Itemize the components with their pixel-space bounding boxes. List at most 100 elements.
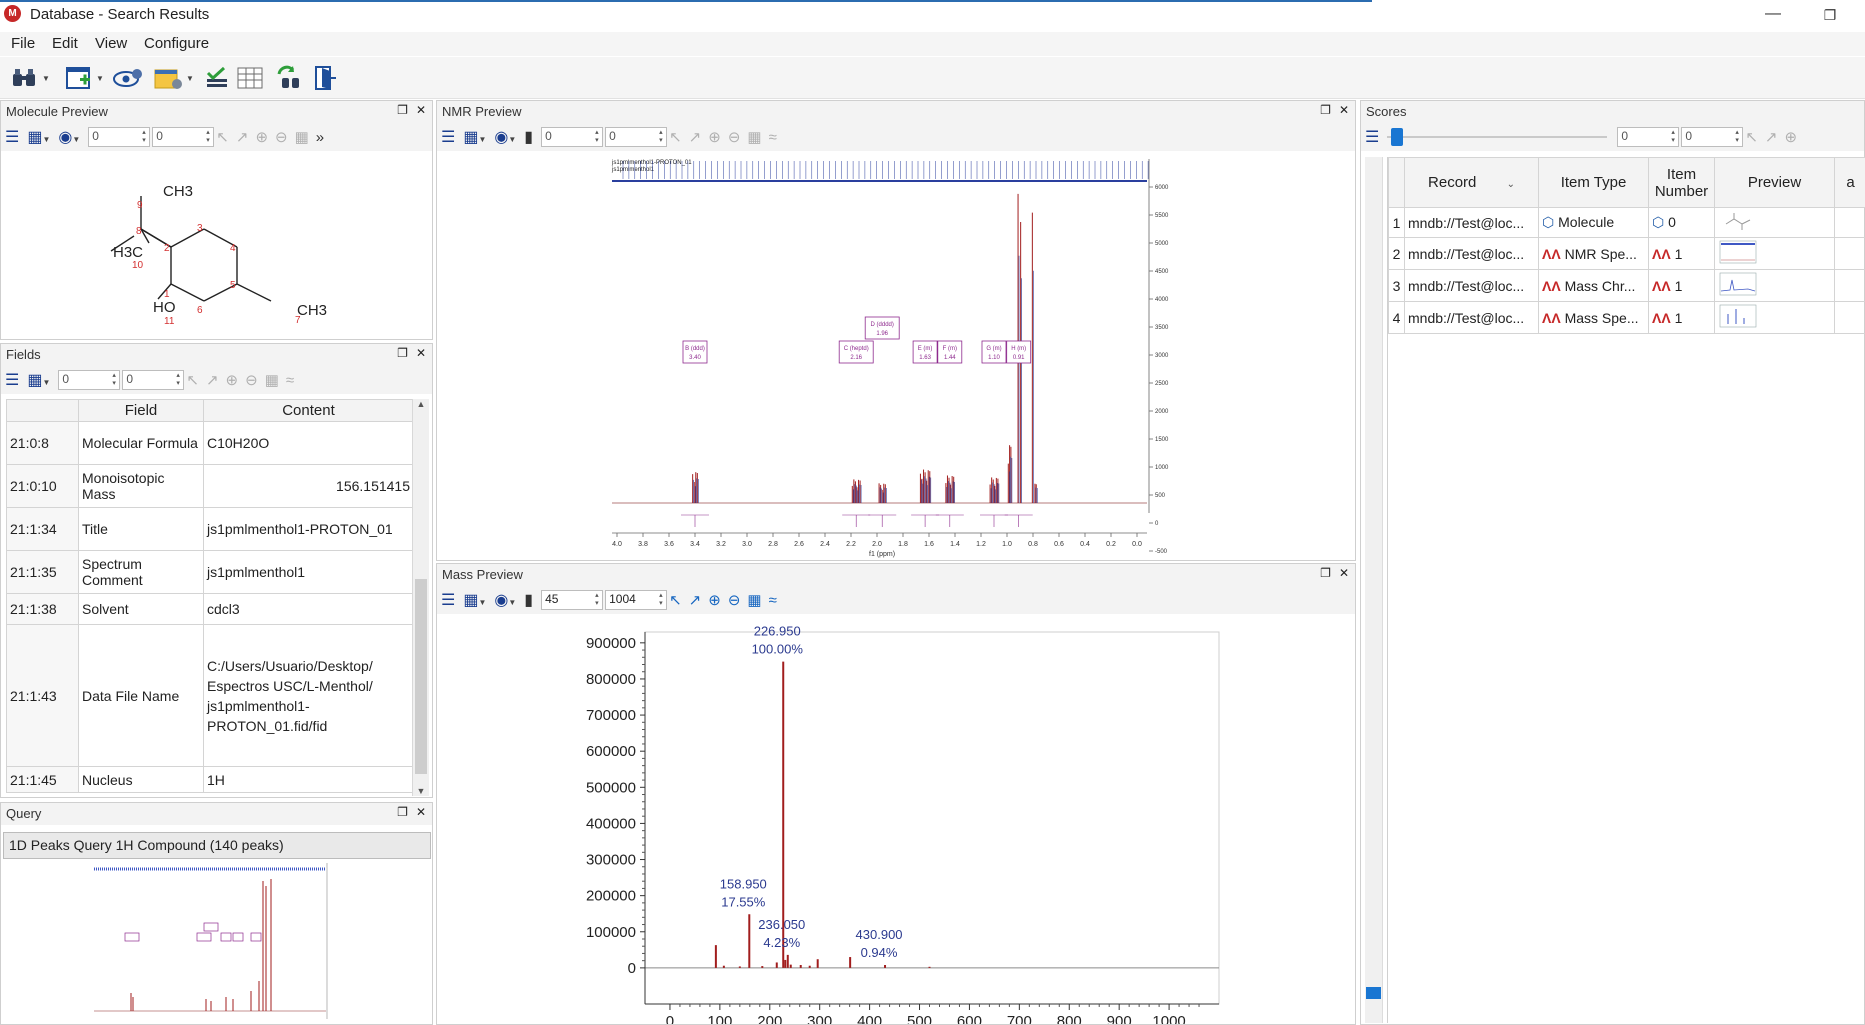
- score-threshold-slider[interactable]: [1387, 127, 1608, 147]
- zoom-minus-icon[interactable]: ⊖: [728, 591, 741, 609]
- table-row[interactable]: 4 mndb://Test@loc... ΛΛ Mass Spe... ΛΛ 1: [1388, 301, 1865, 334]
- item-type-cell[interactable]: ΛΛ Mass Chr...: [1538, 269, 1649, 302]
- zoom-plus-icon[interactable]: ⊕: [1785, 128, 1798, 146]
- hamburger-menu-icon[interactable]: ☰: [441, 127, 455, 147]
- table-row[interactable]: 21:0:10 Monoisotopic Mass 156.151415: [6, 464, 414, 508]
- field-content[interactable]: js1pmlmenthol1-PROTON_01: [203, 507, 414, 551]
- item-type-cell[interactable]: ΛΛ NMR Spe...: [1538, 237, 1649, 270]
- fields-scrollbar[interactable]: ▲ ▼: [412, 399, 429, 796]
- close-icon[interactable]: ✕: [1339, 566, 1349, 580]
- mz-to-input[interactable]: 1004: [605, 590, 668, 610]
- zoom-in-icon[interactable]: ↗: [689, 128, 702, 146]
- scroll-down-icon[interactable]: ▼: [413, 786, 429, 796]
- item-number-cell[interactable]: ΛΛ 1: [1648, 269, 1715, 302]
- close-icon[interactable]: ✕: [416, 346, 426, 360]
- field-content[interactable]: C:/Users/Usuario/Desktop/ Espectros USC/…: [203, 624, 414, 767]
- record-cell[interactable]: mndb://Test@loc...: [1404, 269, 1539, 302]
- menu-file[interactable]: File: [11, 35, 35, 52]
- menu-view[interactable]: View: [95, 35, 127, 52]
- zoom-reset-icon[interactable]: ≈: [286, 372, 294, 389]
- float-icon[interactable]: ❐: [397, 805, 408, 819]
- scrollbar-thumb[interactable]: [415, 579, 427, 774]
- column-header-record[interactable]: Record ⌄: [1404, 157, 1539, 208]
- zoom-reset-icon[interactable]: ≈: [769, 592, 777, 609]
- preview-cell[interactable]: [1714, 237, 1835, 270]
- zoom-out-icon[interactable]: ↖: [1745, 128, 1758, 146]
- field-content[interactable]: js1pmlmenthol1: [203, 550, 414, 594]
- table-row[interactable]: 1 mndb://Test@loc... ⬡ Molecule ⬡ 0: [1388, 207, 1865, 238]
- zoom-fit-icon[interactable]: ▦: [265, 371, 279, 389]
- table-row[interactable]: 3 mndb://Test@loc... ΛΛ Mass Chr... ΛΛ 1: [1388, 269, 1865, 302]
- zoom-out-icon[interactable]: ↖: [669, 128, 682, 146]
- zoom-out-icon[interactable]: ↖: [186, 371, 199, 389]
- mz-from-input[interactable]: 45: [541, 590, 604, 610]
- zoom-fit-icon[interactable]: ▦: [747, 128, 761, 146]
- preview-cell[interactable]: [1714, 269, 1835, 302]
- chevron-down-icon[interactable]: ▼: [42, 74, 50, 83]
- grid-view-icon[interactable]: ▦▼: [27, 370, 50, 390]
- slider-thumb[interactable]: [1366, 987, 1381, 999]
- zoom-plus-icon[interactable]: ⊕: [226, 371, 239, 389]
- item-type-cell[interactable]: ⬡ Molecule: [1538, 207, 1649, 238]
- zoom-from-input[interactable]: 0: [1617, 127, 1680, 147]
- close-icon[interactable]: ✕: [416, 805, 426, 819]
- sort-chevron-icon[interactable]: ⌄: [1507, 179, 1515, 190]
- zoom-out-icon[interactable]: ↖: [216, 128, 229, 146]
- zoom-minus-icon[interactable]: ⊖: [275, 128, 288, 146]
- zoom-in-icon[interactable]: ↗: [1765, 128, 1778, 146]
- field-content[interactable]: C10H20O: [203, 421, 414, 465]
- item-number-cell[interactable]: ΛΛ 1: [1648, 237, 1715, 270]
- close-icon[interactable]: ✕: [416, 103, 426, 117]
- query-label[interactable]: 1D Peaks Query 1H Compound (140 peaks): [3, 832, 431, 859]
- hamburger-menu-icon[interactable]: ☰: [5, 370, 19, 390]
- scroll-up-icon[interactable]: ▲: [413, 399, 429, 409]
- record-cell[interactable]: mndb://Test@loc...: [1404, 237, 1539, 270]
- float-icon[interactable]: ❐: [397, 103, 408, 117]
- more-chevron-icon[interactable]: »: [316, 129, 324, 146]
- grid-view-icon[interactable]: ▦▼: [27, 127, 50, 147]
- configure-table-button[interactable]: ▼: [152, 64, 194, 92]
- search-binoculars-button[interactable]: ▼: [10, 64, 50, 92]
- column-header-field[interactable]: Field: [78, 399, 204, 422]
- zoom-plus-icon[interactable]: ⊕: [255, 128, 268, 146]
- zoom-minus-icon[interactable]: ⊖: [245, 371, 258, 389]
- zoom-to-input[interactable]: 0: [122, 370, 185, 390]
- barcode-icon[interactable]: ▮: [524, 127, 533, 147]
- field-content[interactable]: 156.151415: [203, 464, 414, 508]
- table-row[interactable]: 21:0:8 Molecular Formula C10H20O: [6, 421, 414, 465]
- minimize-button[interactable]: —: [1758, 2, 1788, 28]
- menu-configure[interactable]: Configure: [144, 35, 209, 52]
- zoom-in-icon[interactable]: ↗: [206, 371, 219, 389]
- eye-icon[interactable]: ◉▼: [58, 127, 80, 147]
- table-row[interactable]: 21:1:34 Title js1pmlmenthol1-PROTON_01: [6, 507, 414, 551]
- chevron-down-icon[interactable]: ▼: [186, 74, 194, 83]
- field-content[interactable]: cdcl3: [203, 593, 414, 625]
- zoom-to-input[interactable]: 0: [1681, 127, 1744, 147]
- table-row[interactable]: 21:1:38 Solvent cdcl3: [6, 593, 414, 625]
- item-type-cell[interactable]: ΛΛ Mass Spe...: [1538, 301, 1649, 334]
- hamburger-menu-icon[interactable]: ☰: [5, 127, 19, 147]
- view-button[interactable]: [112, 64, 144, 92]
- table-row[interactable]: 21:1:35 Spectrum Comment js1pmlmenthol1: [6, 550, 414, 594]
- hamburger-menu-icon[interactable]: ☰: [441, 590, 455, 610]
- eye-icon[interactable]: ◉▼: [494, 590, 516, 610]
- field-content[interactable]: 1H: [203, 766, 414, 793]
- column-header-preview[interactable]: Preview: [1714, 157, 1835, 208]
- float-icon[interactable]: ❐: [1320, 103, 1331, 117]
- column-header-content[interactable]: Content: [203, 399, 414, 422]
- zoom-to-input[interactable]: 0: [152, 127, 215, 147]
- zoom-in-icon[interactable]: ↗: [689, 591, 702, 609]
- eye-icon[interactable]: ◉▼: [494, 127, 516, 147]
- check-list-button[interactable]: [204, 64, 230, 92]
- exit-button[interactable]: [312, 64, 338, 92]
- grid-view-icon[interactable]: ▦▼: [463, 127, 486, 147]
- column-header-item-number[interactable]: Item Number: [1648, 157, 1715, 208]
- zoom-from-input[interactable]: 0: [541, 127, 604, 147]
- item-number-cell[interactable]: ⬡ 0: [1648, 207, 1715, 238]
- zoom-minus-icon[interactable]: ⊖: [728, 128, 741, 146]
- restore-button[interactable]: ❐: [1815, 2, 1845, 28]
- table-row[interactable]: 21:1:45 Nucleus 1H: [6, 766, 414, 793]
- menu-edit[interactable]: Edit: [52, 35, 78, 52]
- record-cell[interactable]: mndb://Test@loc...: [1404, 301, 1539, 334]
- slider-thumb[interactable]: [1391, 128, 1404, 146]
